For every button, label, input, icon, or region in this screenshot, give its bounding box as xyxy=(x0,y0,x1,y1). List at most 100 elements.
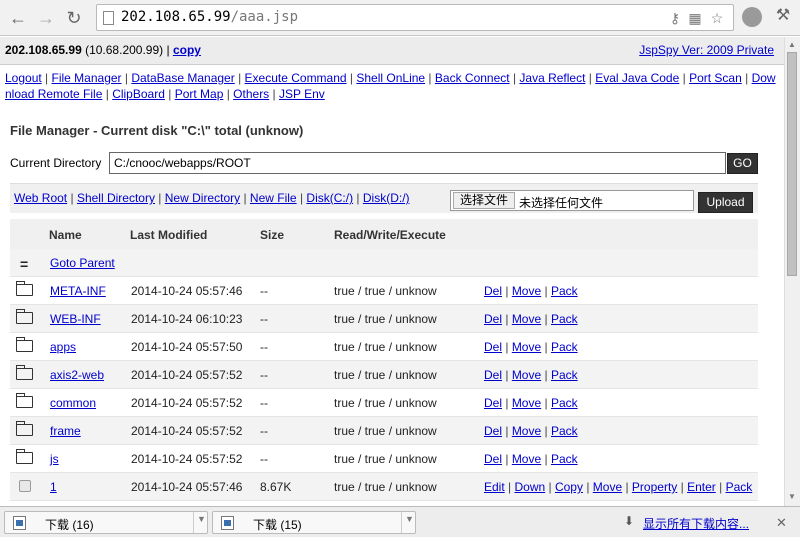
goto-parent-row: = Goto Parent xyxy=(10,249,758,277)
current-directory-input[interactable]: C:/cnooc/webapps/ROOT xyxy=(109,152,726,174)
new-file-link[interactable]: New File xyxy=(250,191,297,205)
scroll-thumb[interactable] xyxy=(787,52,797,276)
action-move-link[interactable]: Move xyxy=(512,368,541,382)
url-text: 202.108.65.99/aaa.jsp xyxy=(121,9,299,25)
scroll-up-icon[interactable]: ▲ xyxy=(785,38,799,52)
nav-file-manager[interactable]: File Manager xyxy=(52,71,122,85)
row-actions: Del | Move | Pack xyxy=(484,424,578,438)
file-name-link[interactable]: 1 xyxy=(50,480,57,494)
action-move-link[interactable]: Move xyxy=(512,312,541,326)
action-pack-link[interactable]: Pack xyxy=(551,284,578,298)
nav-port-map[interactable]: Port Map xyxy=(175,87,224,101)
action-pack-link[interactable]: Pack xyxy=(726,480,753,494)
goto-parent-link[interactable]: Goto Parent xyxy=(50,256,115,270)
action-move-link[interactable]: Move xyxy=(512,340,541,354)
action-del-link[interactable]: Del xyxy=(484,396,502,410)
nav-back-connect[interactable]: Back Connect xyxy=(435,71,510,85)
download-bar: 下载 (16) ▼ 下载 (15) ▼ ⬇ 显示所有下载内容... ✕ xyxy=(0,506,800,537)
new-directory-link[interactable]: New Directory xyxy=(165,191,240,205)
download-arrow-icon: ⬇ xyxy=(624,514,635,528)
permission-cell: true / true / unknow xyxy=(334,312,437,326)
nav-clipboard[interactable]: ClipBoard xyxy=(112,87,165,101)
action-pack-link[interactable]: Pack xyxy=(551,368,578,382)
copy-link[interactable]: copy xyxy=(173,43,201,57)
reload-icon[interactable]: ↻ xyxy=(62,6,86,30)
back-arrow-icon[interactable]: ← xyxy=(6,6,30,30)
action-move-link[interactable]: Move xyxy=(512,424,541,438)
action-pack-link[interactable]: Pack xyxy=(551,340,578,354)
nav-execute-command[interactable]: Execute Command xyxy=(245,71,347,85)
file-name-link[interactable]: META-INF xyxy=(50,284,106,298)
file-toolbar: Web Root | Shell Directory | New Directo… xyxy=(10,183,758,213)
action-pack-link[interactable]: Pack xyxy=(551,424,578,438)
nav-others[interactable]: Others xyxy=(233,87,269,101)
modified-cell: 2014-10-24 05:57:52 xyxy=(131,396,243,410)
forward-arrow-icon[interactable]: → xyxy=(34,6,58,30)
col-name: Name xyxy=(49,228,82,242)
version-link[interactable]: JspSpy Ver: 2009 Private xyxy=(639,43,774,57)
shell-directory-link[interactable]: Shell Directory xyxy=(77,191,155,205)
upload-button[interactable]: Upload xyxy=(698,192,753,213)
show-all-downloads-link[interactable]: 显示所有下载内容... xyxy=(643,515,749,532)
web-root-link[interactable]: Web Root xyxy=(14,191,67,205)
file-name-link[interactable]: common xyxy=(50,396,96,410)
file-name-link[interactable]: js xyxy=(50,452,59,466)
choose-file-button[interactable]: 选择文件 xyxy=(453,192,516,209)
translate-icon[interactable]: ▦ xyxy=(687,9,703,27)
go-button[interactable]: GO xyxy=(727,153,758,174)
nav-jsp-env[interactable]: JSP Env xyxy=(279,87,325,101)
file-name-link[interactable]: axis2-web xyxy=(50,368,104,382)
nav-port-scan[interactable]: Port Scan xyxy=(689,71,742,85)
spy-header: 202.108.65.99 (10.68.200.99) | copy JspS… xyxy=(0,37,784,65)
chevron-down-icon[interactable]: ▼ xyxy=(197,514,206,524)
action-del-link[interactable]: Del xyxy=(484,452,502,466)
chevron-down-icon[interactable]: ▼ xyxy=(405,514,414,524)
size-cell: -- xyxy=(260,452,268,466)
file-name-link[interactable]: frame xyxy=(50,424,81,438)
disk-d-link[interactable]: Disk(D:/) xyxy=(363,191,410,205)
disk-c-link[interactable]: Disk(C:/) xyxy=(306,191,353,205)
action-down-link[interactable]: Down xyxy=(514,480,545,494)
download-item[interactable]: 下载 (16) ▼ xyxy=(4,511,208,534)
globe-icon[interactable] xyxy=(742,7,762,27)
nav-links: Logout | File Manager | DataBase Manager… xyxy=(5,71,776,101)
modified-cell: 2014-10-24 05:57:46 xyxy=(131,284,243,298)
star-icon[interactable]: ☆ xyxy=(709,9,725,27)
wrench-icon[interactable]: ⚒ xyxy=(772,5,794,27)
action-del-link[interactable]: Del xyxy=(484,424,502,438)
nav-logout[interactable]: Logout xyxy=(5,71,42,85)
action-copy-link[interactable]: Copy xyxy=(555,480,583,494)
key-icon[interactable]: ⚷ xyxy=(667,9,683,27)
size-cell: -- xyxy=(260,312,268,326)
action-enter-link[interactable]: Enter xyxy=(687,480,716,494)
action-move-link[interactable]: Move xyxy=(512,452,541,466)
file-input[interactable]: 选择文件 未选择任何文件 xyxy=(450,190,694,211)
action-property-link[interactable]: Property xyxy=(632,480,677,494)
file-name-link[interactable]: apps xyxy=(50,340,76,354)
action-pack-link[interactable]: Pack xyxy=(551,396,578,410)
nav-shell-online[interactable]: Shell OnLine xyxy=(356,71,425,85)
file-checkbox[interactable] xyxy=(19,480,31,492)
action-del-link[interactable]: Del xyxy=(484,284,502,298)
nav-java-reflect[interactable]: Java Reflect xyxy=(519,71,585,85)
size-cell: 8.67K xyxy=(260,480,292,494)
col-rwx: Read/Write/Execute xyxy=(334,228,446,242)
action-del-link[interactable]: Del xyxy=(484,340,502,354)
file-name-link[interactable]: WEB-INF xyxy=(50,312,101,326)
action-move-link[interactable]: Move xyxy=(593,480,622,494)
action-pack-link[interactable]: Pack xyxy=(551,452,578,466)
row-actions: Del | Move | Pack xyxy=(484,452,578,466)
action-pack-link[interactable]: Pack xyxy=(551,312,578,326)
action-edit-link[interactable]: Edit xyxy=(484,480,505,494)
nav-database-manager[interactable]: DataBase Manager xyxy=(131,71,234,85)
download-item[interactable]: 下载 (15) ▼ xyxy=(212,511,416,534)
current-directory-label: Current Directory xyxy=(10,156,102,170)
action-del-link[interactable]: Del xyxy=(484,368,502,382)
address-bar[interactable]: 202.108.65.99/aaa.jsp ⚷ ▦ ☆ xyxy=(96,4,734,31)
action-move-link[interactable]: Move xyxy=(512,396,541,410)
nav-eval-java-code[interactable]: Eval Java Code xyxy=(595,71,679,85)
action-del-link[interactable]: Del xyxy=(484,312,502,326)
scroll-down-icon[interactable]: ▼ xyxy=(785,490,799,504)
action-move-link[interactable]: Move xyxy=(512,284,541,298)
close-icon[interactable]: ✕ xyxy=(776,515,787,531)
